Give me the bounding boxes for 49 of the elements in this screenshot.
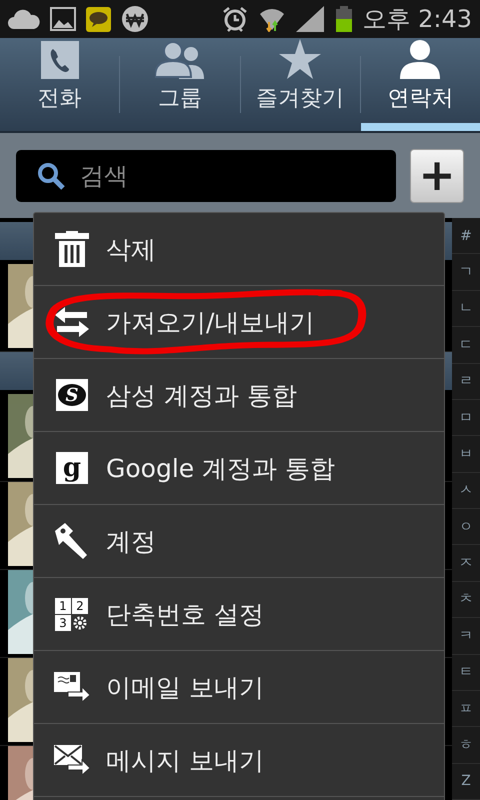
index-letter[interactable]: ㅈ bbox=[459, 554, 473, 572]
message-forward-icon bbox=[54, 745, 90, 775]
index-letter[interactable]: ㅌ bbox=[459, 663, 473, 682]
status-time: 오후 2:43 bbox=[362, 4, 472, 35]
chat-app-icon bbox=[86, 6, 111, 32]
index-letter[interactable]: ㅎ bbox=[459, 736, 473, 754]
menu-item[interactable]: 1 2 3 단축번호 설정 bbox=[34, 578, 444, 651]
index-letter[interactable]: ㅁ bbox=[459, 408, 473, 427]
email-forward-icon bbox=[54, 672, 90, 702]
index-letter[interactable]: ㅇ bbox=[459, 518, 473, 536]
menu-item[interactable]: 삭제 bbox=[34, 213, 444, 286]
trash-icon bbox=[55, 231, 89, 267]
menu-item[interactable]: g Google 계정과 통합 bbox=[34, 432, 444, 505]
search-field[interactable]: 검색 bbox=[16, 150, 396, 202]
index-letter[interactable]: ㅂ bbox=[459, 444, 473, 463]
index-letter[interactable]: ㄹ bbox=[459, 372, 473, 390]
tab[interactable]: 그룹 bbox=[120, 38, 240, 131]
index-letter[interactable]: ㄱ bbox=[459, 263, 473, 282]
index-letter[interactable]: ㄷ bbox=[459, 336, 473, 354]
index-letter[interactable]: ㅋ bbox=[459, 626, 473, 645]
group-icon bbox=[154, 41, 205, 79]
g-logo-icon: g bbox=[56, 452, 88, 484]
index-letter[interactable]: Z bbox=[461, 773, 471, 790]
alarm-icon bbox=[222, 6, 248, 32]
tab[interactable]: 즐겨찾기 bbox=[240, 38, 360, 131]
index-letter[interactable]: ㄴ bbox=[459, 299, 473, 318]
phone-icon bbox=[40, 41, 79, 79]
index-letter[interactable]: # bbox=[460, 228, 472, 244]
tab[interactable]: 전화 bbox=[0, 38, 120, 131]
wifi-icon bbox=[258, 6, 286, 32]
index-letter[interactable]: ㅍ bbox=[459, 700, 473, 718]
battery-icon bbox=[336, 6, 352, 32]
coin-icon bbox=[121, 5, 149, 33]
search-icon bbox=[36, 160, 66, 190]
index-letter[interactable]: ㅊ bbox=[459, 590, 473, 608]
add-button[interactable]: + bbox=[410, 148, 464, 202]
cloud-icon bbox=[8, 9, 40, 29]
menu-item[interactable]: 계정 bbox=[34, 505, 444, 578]
s-logo-icon: S bbox=[56, 379, 88, 411]
menu-item[interactable]: 이메일 보내기 bbox=[34, 651, 444, 724]
gallery-icon bbox=[50, 7, 76, 31]
menu-item[interactable]: 메시지 보내기 bbox=[34, 724, 444, 797]
menu-item[interactable]: S 삼성 계정과 통합 bbox=[34, 359, 444, 432]
swap-arrows-icon bbox=[55, 307, 89, 337]
index-letter[interactable]: ㅅ bbox=[459, 481, 473, 500]
signal-icon bbox=[296, 6, 326, 32]
star-icon bbox=[279, 39, 322, 79]
menu-item[interactable]: 가져오기/내보내기 bbox=[34, 286, 444, 359]
person-icon bbox=[400, 39, 440, 79]
